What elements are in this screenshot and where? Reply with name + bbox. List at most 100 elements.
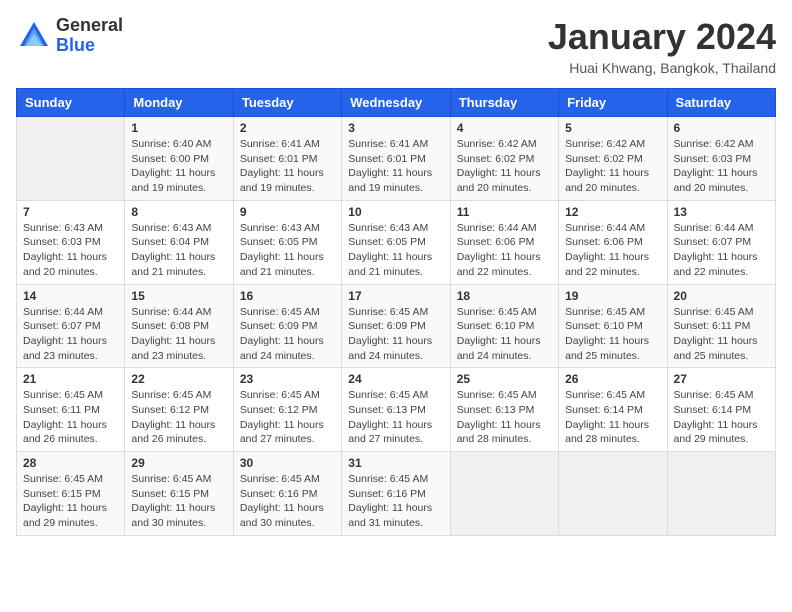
calendar-week-row: 14Sunrise: 6:44 AM Sunset: 6:07 PM Dayli… — [17, 284, 776, 368]
calendar-week-row: 21 Sunrise: 6:45 AM Sunset: 6:11 PM Dayli… — [17, 368, 776, 452]
day-number: 20 — [674, 289, 769, 303]
day-info: Sunrise: 6:45 AM Sunset: 6:11 PM Dayligh… — [674, 305, 769, 364]
day-info: Sunrise: 6:45 AM Sunset: 6:12 PM Dayligh… — [240, 388, 335, 447]
day-info: Sunrise: 6:45 AM Sunset: 6:16 PM Dayligh… — [240, 472, 335, 531]
calendar-cell: 30 Sunrise: 6:45 AM Sunset: 6:16 PM Dayli… — [233, 452, 341, 536]
day-info: Sunrise: 6:41 AM Sunset: 6:01 PM Dayligh… — [240, 137, 335, 196]
calendar-cell: 1Sunrise: 6:40 AM Sunset: 6:00 PM Daylig… — [125, 117, 233, 201]
weekday-header-monday: Monday — [125, 89, 233, 117]
day-info: Sunrise: 6:45 AM Sunset: 6:13 PM Dayligh… — [348, 388, 443, 447]
day-info: Sunrise: 6:45 AM Sunset: 6:10 PM Dayligh… — [457, 305, 552, 364]
calendar-cell — [559, 452, 667, 536]
day-number: 19 — [565, 289, 660, 303]
weekday-header-wednesday: Wednesday — [342, 89, 450, 117]
day-info: Sunrise: 6:44 AM Sunset: 6:08 PM Dayligh… — [131, 305, 226, 364]
day-number: 6 — [674, 121, 769, 135]
calendar-cell: 7 Sunrise: 6:43 AM Sunset: 6:03 PM Daylig… — [17, 200, 125, 284]
weekday-header-thursday: Thursday — [450, 89, 558, 117]
day-number: 27 — [674, 372, 769, 386]
day-info: Sunrise: 6:43 AM Sunset: 6:04 PM Dayligh… — [131, 221, 226, 280]
calendar-week-row: 1Sunrise: 6:40 AM Sunset: 6:00 PM Daylig… — [17, 117, 776, 201]
weekday-header-sunday: Sunday — [17, 89, 125, 117]
calendar-cell: 15Sunrise: 6:44 AM Sunset: 6:08 PM Dayli… — [125, 284, 233, 368]
day-info: Sunrise: 6:43 AM Sunset: 6:03 PM Dayligh… — [23, 221, 118, 280]
calendar-cell: 5 Sunrise: 6:42 AM Sunset: 6:02 PM Daylig… — [559, 117, 667, 201]
day-number: 24 — [348, 372, 443, 386]
calendar-cell: 10 Sunrise: 6:43 AM Sunset: 6:05 PM Dayli… — [342, 200, 450, 284]
day-number: 4 — [457, 121, 552, 135]
day-info: Sunrise: 6:42 AM Sunset: 6:03 PM Dayligh… — [674, 137, 769, 196]
calendar-cell: 31 Sunrise: 6:45 AM Sunset: 6:16 PM Dayli… — [342, 452, 450, 536]
day-number: 10 — [348, 205, 443, 219]
day-info: Sunrise: 6:45 AM Sunset: 6:16 PM Dayligh… — [348, 472, 443, 531]
day-info: Sunrise: 6:45 AM Sunset: 6:11 PM Dayligh… — [23, 388, 118, 447]
day-info: Sunrise: 6:42 AM Sunset: 6:02 PM Dayligh… — [565, 137, 660, 196]
logo: General Blue — [16, 16, 123, 56]
calendar-table: SundayMondayTuesdayWednesdayThursdayFrid… — [16, 88, 776, 536]
day-info: Sunrise: 6:43 AM Sunset: 6:05 PM Dayligh… — [348, 221, 443, 280]
calendar-cell — [17, 117, 125, 201]
calendar-cell: 20 Sunrise: 6:45 AM Sunset: 6:11 PM Dayli… — [667, 284, 775, 368]
day-number: 17 — [348, 289, 443, 303]
day-info: Sunrise: 6:43 AM Sunset: 6:05 PM Dayligh… — [240, 221, 335, 280]
day-info: Sunrise: 6:45 AM Sunset: 6:15 PM Dayligh… — [23, 472, 118, 531]
day-info: Sunrise: 6:44 AM Sunset: 6:06 PM Dayligh… — [457, 221, 552, 280]
day-number: 25 — [457, 372, 552, 386]
calendar-cell: 11 Sunrise: 6:44 AM Sunset: 6:06 PM Dayli… — [450, 200, 558, 284]
day-info: Sunrise: 6:45 AM Sunset: 6:10 PM Dayligh… — [565, 305, 660, 364]
day-number: 28 — [23, 456, 118, 470]
day-info: Sunrise: 6:42 AM Sunset: 6:02 PM Dayligh… — [457, 137, 552, 196]
calendar-cell: 28 Sunrise: 6:45 AM Sunset: 6:15 PM Dayli… — [17, 452, 125, 536]
day-number: 5 — [565, 121, 660, 135]
day-number: 31 — [348, 456, 443, 470]
logo-icon — [16, 18, 52, 54]
day-number: 2 — [240, 121, 335, 135]
day-number: 8 — [131, 205, 226, 219]
calendar-week-row: 28 Sunrise: 6:45 AM Sunset: 6:15 PM Dayli… — [17, 452, 776, 536]
day-info: Sunrise: 6:45 AM Sunset: 6:09 PM Dayligh… — [348, 305, 443, 364]
day-number: 26 — [565, 372, 660, 386]
calendar-cell: 14Sunrise: 6:44 AM Sunset: 6:07 PM Dayli… — [17, 284, 125, 368]
day-number: 21 — [23, 372, 118, 386]
calendar-week-row: 7 Sunrise: 6:43 AM Sunset: 6:03 PM Daylig… — [17, 200, 776, 284]
day-number: 13 — [674, 205, 769, 219]
logo-general-text: General — [56, 15, 123, 35]
day-number: 11 — [457, 205, 552, 219]
day-number: 7 — [23, 205, 118, 219]
day-number: 18 — [457, 289, 552, 303]
day-info: Sunrise: 6:41 AM Sunset: 6:01 PM Dayligh… — [348, 137, 443, 196]
day-number: 29 — [131, 456, 226, 470]
day-number: 23 — [240, 372, 335, 386]
calendar-cell: 12Sunrise: 6:44 AM Sunset: 6:06 PM Dayli… — [559, 200, 667, 284]
weekday-header-row: SundayMondayTuesdayWednesdayThursdayFrid… — [17, 89, 776, 117]
logo-blue-text: Blue — [56, 35, 95, 55]
day-info: Sunrise: 6:45 AM Sunset: 6:13 PM Dayligh… — [457, 388, 552, 447]
day-number: 14 — [23, 289, 118, 303]
calendar-cell: 17 Sunrise: 6:45 AM Sunset: 6:09 PM Dayli… — [342, 284, 450, 368]
calendar-cell: 22 Sunrise: 6:45 AM Sunset: 6:12 PM Dayli… — [125, 368, 233, 452]
calendar-cell: 27 Sunrise: 6:45 AM Sunset: 6:14 PM Dayli… — [667, 368, 775, 452]
calendar-cell: 8 Sunrise: 6:43 AM Sunset: 6:04 PM Daylig… — [125, 200, 233, 284]
calendar-cell: 21 Sunrise: 6:45 AM Sunset: 6:11 PM Dayli… — [17, 368, 125, 452]
day-info: Sunrise: 6:40 AM Sunset: 6:00 PM Dayligh… — [131, 137, 226, 196]
calendar-cell: 23 Sunrise: 6:45 AM Sunset: 6:12 PM Dayli… — [233, 368, 341, 452]
calendar-cell: 13 Sunrise: 6:44 AM Sunset: 6:07 PM Dayli… — [667, 200, 775, 284]
day-info: Sunrise: 6:45 AM Sunset: 6:14 PM Dayligh… — [674, 388, 769, 447]
calendar-cell: 25 Sunrise: 6:45 AM Sunset: 6:13 PM Dayli… — [450, 368, 558, 452]
weekday-header-tuesday: Tuesday — [233, 89, 341, 117]
calendar-cell: 29 Sunrise: 6:45 AM Sunset: 6:15 PM Dayli… — [125, 452, 233, 536]
weekday-header-saturday: Saturday — [667, 89, 775, 117]
day-info: Sunrise: 6:45 AM Sunset: 6:12 PM Dayligh… — [131, 388, 226, 447]
day-number: 30 — [240, 456, 335, 470]
day-number: 16 — [240, 289, 335, 303]
calendar-cell — [450, 452, 558, 536]
calendar-cell: 19 Sunrise: 6:45 AM Sunset: 6:10 PM Dayli… — [559, 284, 667, 368]
day-info: Sunrise: 6:45 AM Sunset: 6:15 PM Dayligh… — [131, 472, 226, 531]
calendar-cell: 26Sunrise: 6:45 AM Sunset: 6:14 PM Dayli… — [559, 368, 667, 452]
calendar-cell: 18 Sunrise: 6:45 AM Sunset: 6:10 PM Dayli… — [450, 284, 558, 368]
day-info: Sunrise: 6:44 AM Sunset: 6:07 PM Dayligh… — [674, 221, 769, 280]
calendar-cell: 24 Sunrise: 6:45 AM Sunset: 6:13 PM Dayli… — [342, 368, 450, 452]
day-number: 3 — [348, 121, 443, 135]
calendar-cell: 9Sunrise: 6:43 AM Sunset: 6:05 PM Daylig… — [233, 200, 341, 284]
day-number: 22 — [131, 372, 226, 386]
